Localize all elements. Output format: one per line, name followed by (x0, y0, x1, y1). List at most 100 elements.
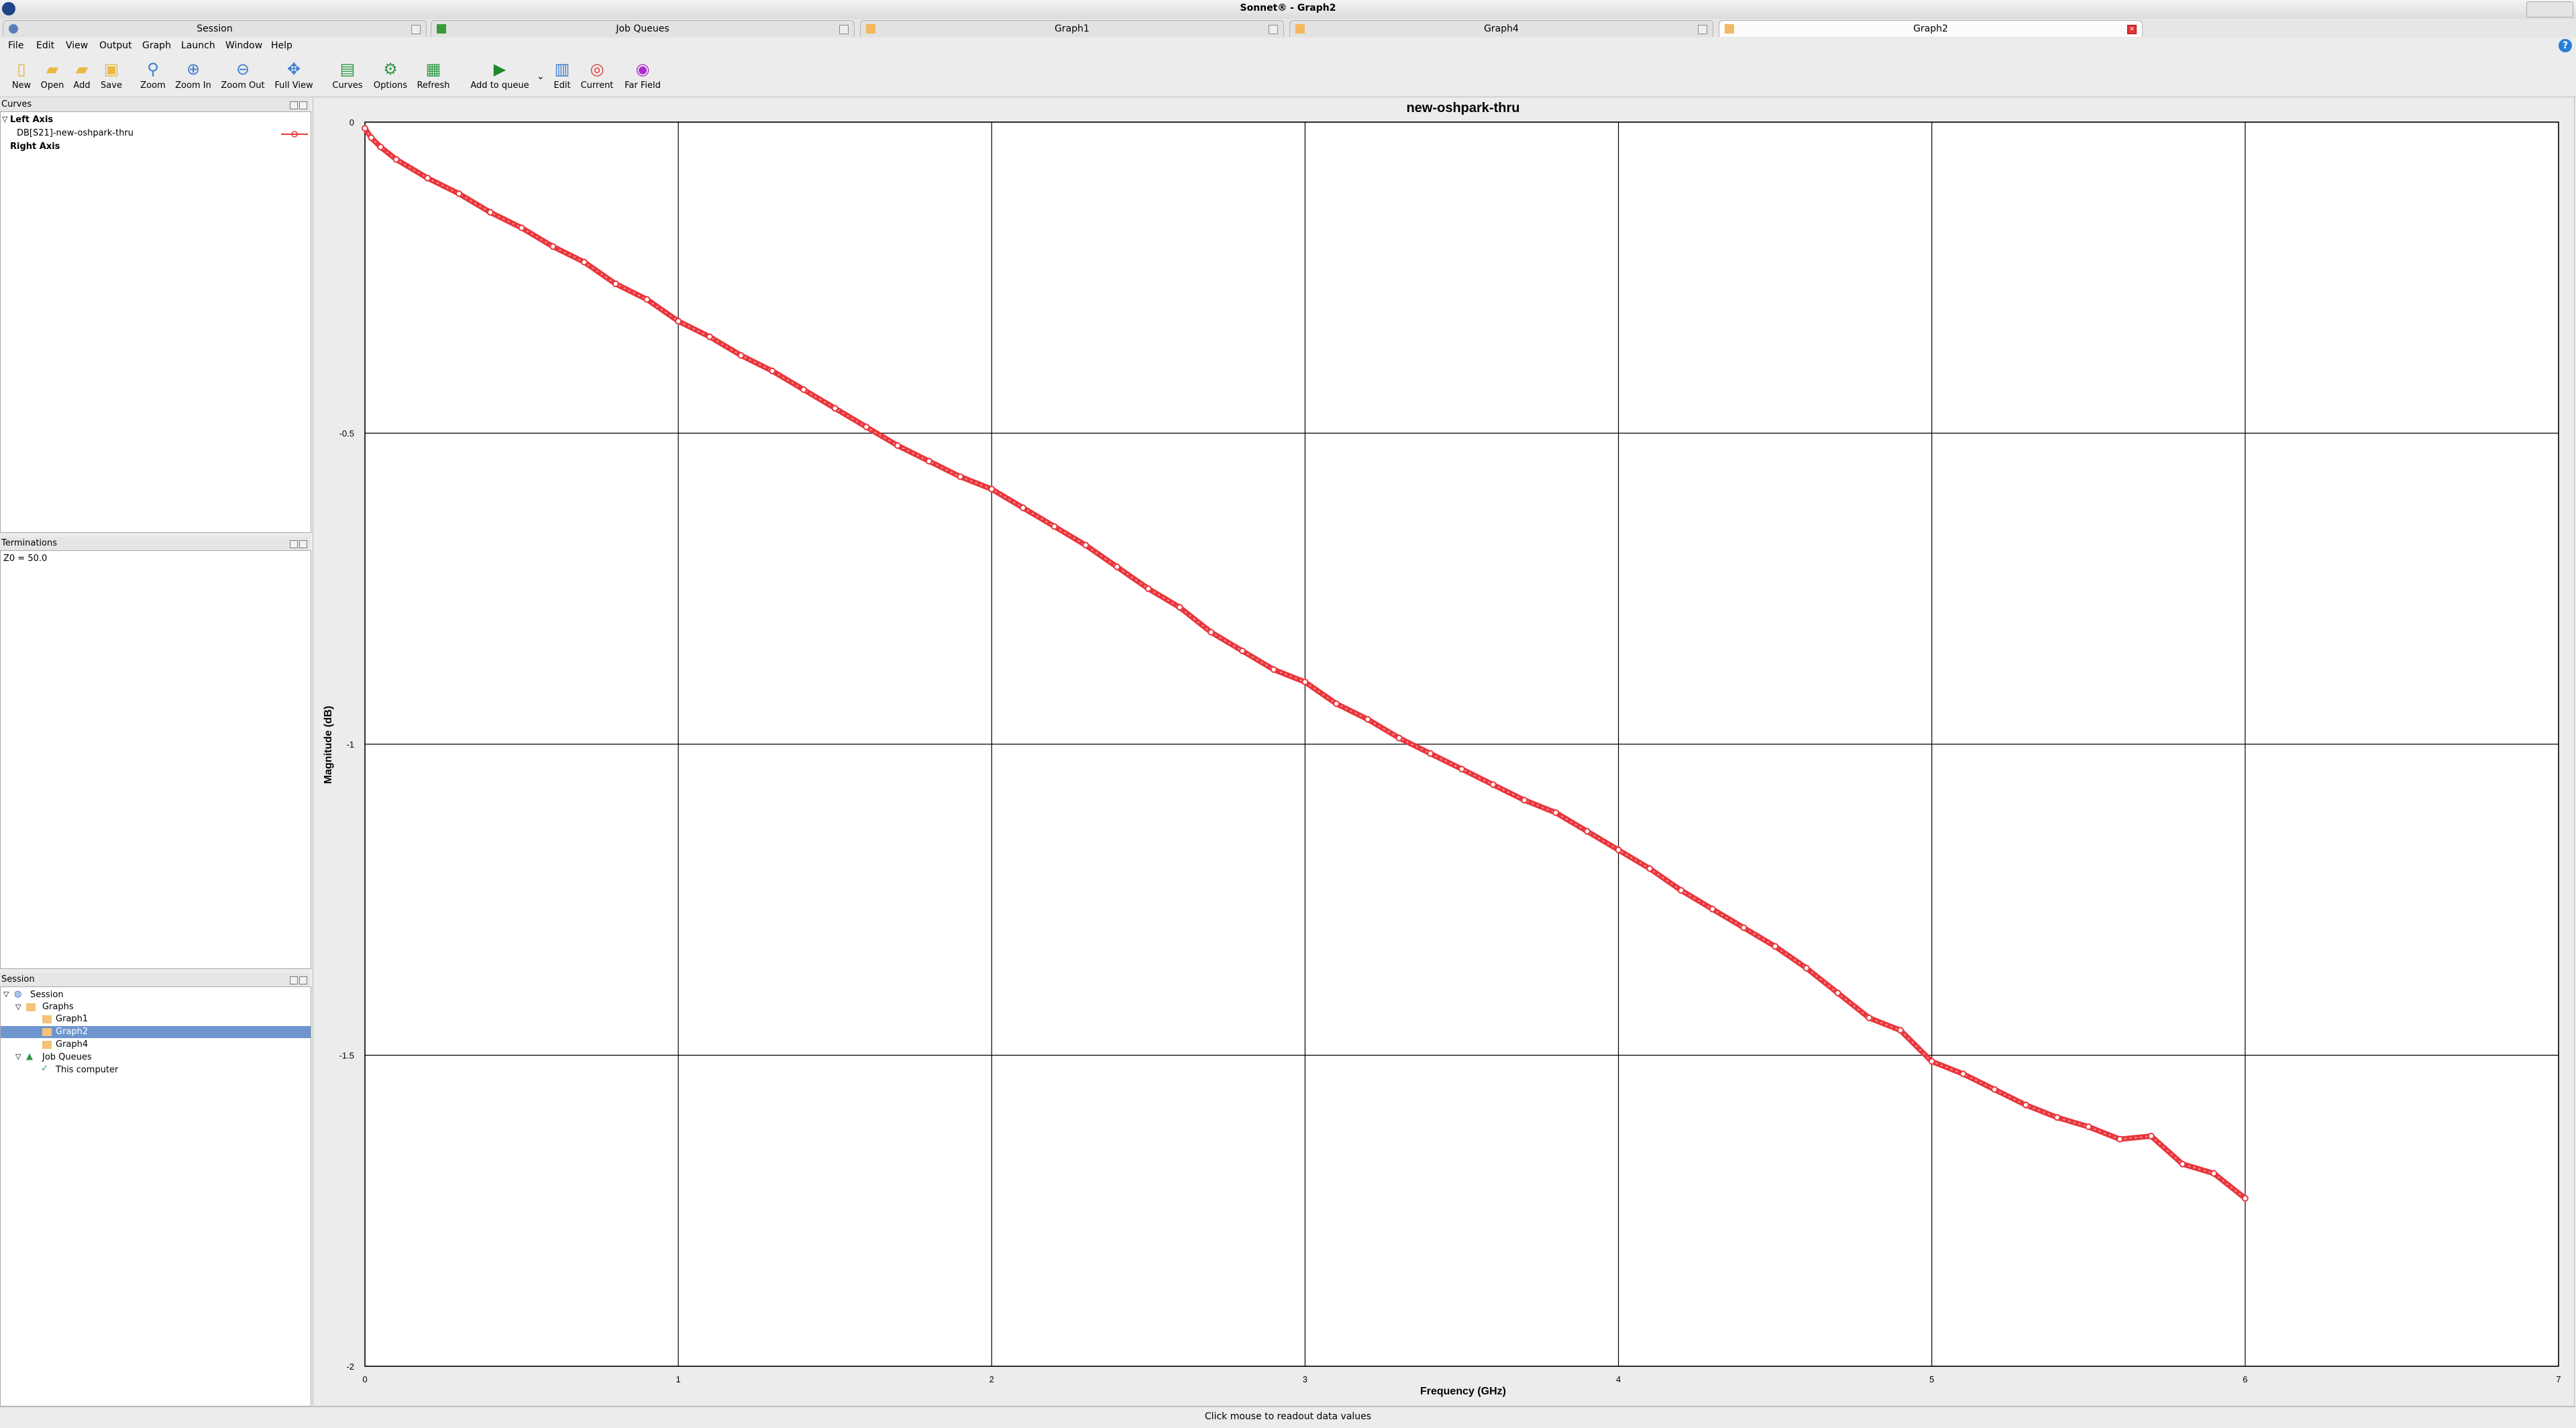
data-point (1991, 1086, 1998, 1093)
menu-bar: File Edit View Output Graph Launch Windo… (0, 38, 2576, 54)
close-icon[interactable] (1269, 25, 1278, 34)
folder-icon (26, 1003, 36, 1011)
data-point (362, 125, 368, 132)
far-field-button[interactable]: ◉ Far Field (617, 60, 668, 97)
data-point (957, 473, 964, 480)
tab-strip: Session Job Queues Graph1 Graph4 Graph2 … (0, 19, 2576, 38)
tree-item-graph2[interactable]: Graph2 (56, 1027, 88, 1037)
curve-item[interactable]: DB[S21]-new-oshpark-thru (17, 128, 133, 138)
close-icon[interactable] (839, 25, 849, 34)
panel-controls[interactable] (288, 101, 307, 109)
data-point (1301, 678, 1309, 686)
menu-view[interactable]: View (66, 40, 88, 51)
graph-icon (42, 1041, 52, 1049)
panel-controls[interactable] (288, 976, 307, 984)
tree-item-graphs[interactable]: Graphs (42, 1002, 74, 1012)
far-field-icon: ◉ (635, 60, 650, 79)
data-point (1333, 700, 1340, 707)
zoom-out-button[interactable]: ⊖ Zoom Out (217, 60, 268, 97)
x-tick-label: 4 (1616, 1374, 1621, 1384)
tree-item-graph1[interactable]: Graph1 (56, 1014, 88, 1024)
data-point (368, 134, 375, 142)
close-icon[interactable]: ✕ (2127, 25, 2137, 34)
zoom-in-icon: ⊕ (186, 60, 201, 79)
menu-edit[interactable]: Edit (36, 40, 54, 51)
data-point (518, 224, 525, 232)
save-icon: ▣ (103, 60, 119, 79)
close-icon[interactable] (1698, 25, 1707, 34)
add-to-queue-button[interactable]: ▶ Add to queue (463, 60, 537, 97)
tree-item-graph4[interactable]: Graph4 (56, 1039, 88, 1050)
data-point (1552, 809, 1560, 816)
tab-graph2[interactable]: Graph2 ✕ (1719, 20, 2143, 37)
job-queue-icon: ▲ (26, 1052, 33, 1062)
chevron-down-icon[interactable]: ▽ (15, 1052, 21, 1061)
chevron-down-icon[interactable]: ▽ (15, 1003, 21, 1011)
data-point (1928, 1058, 1935, 1065)
data-point (1020, 504, 1026, 511)
menu-output[interactable]: Output (99, 40, 132, 51)
data-point (2085, 1123, 2092, 1131)
y-tick-label: -1.5 (339, 1051, 354, 1061)
data-point (1395, 734, 1403, 742)
window-controls[interactable] (2526, 1, 2573, 17)
refresh-button[interactable]: ▦ Refresh (408, 60, 459, 97)
data-point (2116, 1135, 2123, 1143)
tab-graph1[interactable]: Graph1 (860, 20, 1284, 37)
data-point (392, 156, 400, 163)
curves-icon: ▤ (339, 60, 356, 79)
y-tick-label: -2 (346, 1362, 354, 1372)
chevron-down-icon[interactable]: ▽ (2, 115, 7, 123)
data-point (1803, 964, 1810, 972)
tree-item-job-queues[interactable]: Job Queues (42, 1052, 92, 1062)
x-tick-label: 6 (2243, 1374, 2247, 1384)
data-point (675, 317, 682, 325)
zoom-in-button[interactable]: ⊕ Zoom In (168, 60, 219, 97)
right-axis-label: Right Axis (10, 142, 60, 152)
data-point (1208, 629, 1215, 636)
current-button[interactable]: ◎ Current (572, 60, 623, 97)
graph-plot[interactable]: new-oshpark-thru Frequency (GHz) Magnitu… (313, 97, 2575, 1407)
data-point (2210, 1170, 2218, 1177)
menu-file[interactable]: File (8, 40, 23, 51)
menu-launch[interactable]: Launch (181, 40, 215, 51)
data-point (1427, 750, 1434, 757)
tab-label: Session (197, 23, 233, 34)
tab-job-queues[interactable]: Job Queues (431, 20, 855, 37)
curves-panel-header: Curves (0, 98, 310, 111)
session-icon: ◍ (14, 989, 22, 999)
chevron-down-icon[interactable]: ▽ (3, 990, 9, 999)
data-point (1646, 865, 1654, 872)
title-bar: Sonnet® - Graph2 (0, 0, 2576, 19)
check-icon: ✓ (41, 1064, 48, 1074)
data-point (2179, 1160, 2186, 1168)
menu-window[interactable]: Window (225, 40, 262, 51)
y-tick-label: -1 (346, 740, 354, 750)
menu-help[interactable]: Help (271, 40, 292, 51)
tab-graph4[interactable]: Graph4 (1289, 20, 1713, 37)
x-axis-label: Frequency (GHz) (1420, 1386, 1506, 1397)
session-panel-header: Session (0, 973, 310, 986)
refresh-icon: ▦ (425, 60, 441, 79)
run-icon: ▶ (493, 60, 506, 79)
menu-graph[interactable]: Graph (142, 40, 171, 51)
full-view-icon: ✥ (286, 60, 301, 79)
tree-item-this-computer[interactable]: This computer (56, 1065, 118, 1075)
data-point (2241, 1194, 2249, 1202)
close-icon[interactable] (411, 25, 421, 34)
tab-session[interactable]: Session (3, 20, 427, 37)
data-point (1709, 905, 1716, 913)
tree-item-session[interactable]: Session (30, 990, 64, 1000)
zoom-out-icon: ⊖ (235, 60, 250, 79)
data-point (1239, 647, 1246, 654)
full-view-button[interactable]: ✥ Full View (268, 60, 319, 97)
data-point (612, 280, 619, 288)
help-icon[interactable]: ? (2559, 39, 2572, 52)
curves-panel: ▽ Left Axis DB[S21]-new-oshpark-thru Rig… (0, 111, 311, 533)
data-point (1521, 797, 1528, 804)
y-axis-label: Magnitude (dB) (323, 706, 334, 784)
data-point (1834, 989, 1841, 997)
panel-controls[interactable] (288, 540, 307, 548)
data-point (643, 296, 651, 303)
data-point (1270, 666, 1277, 673)
